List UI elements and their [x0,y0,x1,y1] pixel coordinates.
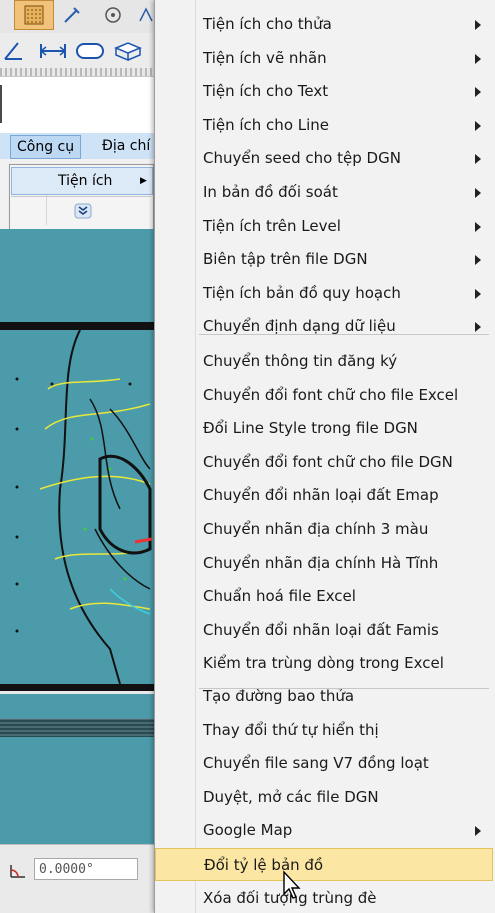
view-header [0,76,160,134]
menu-item[interactable]: Chuyển seed cho tệp DGN [155,142,493,175]
submenu-arrow-icon [475,221,481,232]
menu-item-label: Chuyển đổi nhãn loại đất Emap [203,486,439,505]
ellipse-tool-icon[interactable] [74,37,106,65]
menu-item-label: Kiểm tra trùng dòng trong Excel [203,654,444,673]
submenu-arrow-icon [475,188,481,198]
box-3d-tool-icon[interactable] [110,37,144,65]
menu-item-label: Chuyển thông tin đăng ký [203,352,398,370]
menu-item-label: Tiện ích cho Text [203,82,329,101]
menu-item[interactable]: Tiện ích vẽ nhãn [155,42,493,75]
menu-item-label: Chuyển nhãn địa chính 3 màu [203,520,429,538]
snap-tool-icon[interactable] [136,2,156,28]
menu-item-label: In bản đồ đối soát [203,183,338,201]
menu-item-label: Duyệt, mở các file DGN [203,787,379,806]
menu-item-label: Thay đổi thứ tự hiển thị [203,720,379,739]
tools-dropdown: Tiện ích ▶ [9,164,154,230]
submenu-arrow-icon [475,826,481,837]
submenu-arrow-icon [475,288,481,299]
menu-item[interactable]: Chuyển đổi nhãn loại đất Emap [155,479,493,512]
menu-item[interactable]: Tiện ích cho Line [155,109,493,142]
menu-separator [199,688,489,689]
menu-item-label: Google Map [203,821,293,840]
menu-item[interactable]: Đổi Line Style trong file DGN [155,412,493,445]
menu-item[interactable]: Chuyển đổi font chữ cho file Excel [155,379,493,412]
menu-item[interactable]: Chuyển file sang V7 đồng loạt [155,747,493,780]
menu-item-label: Đổi tỷ lệ bản đồ [204,856,324,874]
menu-item-label: Chuyển đổi font chữ cho file Excel [203,385,459,404]
menu-item-label: Tiện ích bản đồ quy hoạch [203,283,401,302]
menu-item-label: Tiện ích vẽ nhãn [203,48,327,67]
menu-item-label: Chuẩn hoá file Excel [203,587,356,606]
menu-item-label: Chuyển định dạng dữ liệu [203,317,396,336]
menu-item[interactable]: Biên tập trên file DGN [155,243,493,276]
menu-item-label: Tiện ích cho thửa [203,15,332,33]
submenu-arrow-icon [475,87,481,98]
status-bar: 0.0000° [0,844,160,913]
menu-item[interactable]: In bản đồ đối soát [155,176,493,209]
menu-item[interactable]: Chuyển đổi nhãn loại đất Famis [155,614,493,647]
menu-item[interactable]: Tiện ích trên Level [155,210,493,243]
menu-item[interactable]: Chuyển đổi font chữ cho file DGN [155,446,493,479]
menu-dia-chinh[interactable]: Địa chí [96,135,156,157]
menu-item-label: Chuyển seed cho tệp DGN [203,149,401,168]
toolbar-strip [0,68,160,76]
app-window: Công cụ Địa chí Tiện ích ▶ 0.0000° Tiện … [0,0,495,913]
menu-item-label: Chuyển file sang V7 đồng loạt [203,754,429,773]
dropdown-item-tien-ich[interactable]: Tiện ích ▶ [11,167,153,195]
menu-item-label: Chuyển đổi nhãn loại đất Famis [203,620,439,639]
menu-item[interactable]: Chuyển định dạng dữ liệu [155,310,493,343]
menu-item[interactable]: Kiểm tra trùng dòng trong Excel [155,647,493,680]
submenu-arrow-icon [475,53,481,64]
menu-item-label: Tiện ích cho Line [203,115,330,134]
submenu-arrow-icon [475,20,481,30]
menu-item-label: Đổi Line Style trong file DGN [203,419,418,438]
angle-tool-icon[interactable] [0,37,28,65]
menu-item[interactable]: Đổi tỷ lệ bản đồ [155,848,493,881]
mouse-cursor-icon [282,870,304,900]
map-drawing [0,322,160,737]
dropdown-item-label: Tiện ích [58,173,113,189]
menu-cong-cu[interactable]: Công cụ [10,135,82,159]
submenu-arrow-icon [475,120,481,131]
submenu-arrow-icon [475,322,481,333]
menu-separator [199,334,489,335]
menu-item[interactable]: Duyệt, mở các file DGN [155,781,493,814]
menu-item[interactable]: Tiện ích bản đồ quy hoạch [155,277,493,310]
menu-item[interactable]: Tiện ích cho Text [155,75,493,108]
dimension-tool-icon[interactable] [36,37,70,65]
angle-lock-icon[interactable] [8,860,28,880]
menu-item[interactable]: Thay đổi thứ tự hiển thị [155,714,493,747]
menubar: Công cụ Địa chí [0,133,160,159]
angle-input[interactable]: 0.0000° [34,858,138,880]
menu-item-label: Tiện ích trên Level [203,216,341,235]
menu-item[interactable]: Tạo đường bao thửa [155,680,493,713]
menu-item-label: Chuyển nhãn địa chính Hà Tĩnh [203,553,439,572]
toolbar-shapes [0,33,160,69]
expand-more-icon[interactable] [74,203,92,219]
pen-tool-icon[interactable] [60,2,84,28]
submenu-arrow-icon [475,154,481,165]
toolbar-top [0,0,160,34]
fill-tool-icon[interactable] [14,0,54,30]
map-canvas[interactable] [0,229,160,844]
menu-item-label: Biên tập trên file DGN [203,250,368,269]
submenu-arrow-icon: ▶ [140,176,147,186]
target-tool-icon[interactable] [100,2,126,28]
menu-item[interactable]: Chuyển nhãn địa chính 3 màu [155,513,493,546]
menu-item[interactable]: Tiện ích cho thửa [155,8,493,41]
menu-item[interactable]: Google Map [155,814,493,847]
menu-item-label: Tạo đường bao thửa [203,687,355,705]
menu-item[interactable]: Xóa đối tượng trùng đè [155,882,493,913]
submenu-arrow-icon [475,255,481,266]
context-menu: Tiện ích cho thửa Tiện ích vẽ nhãn Tiện íc… [154,0,495,913]
menu-item[interactable]: Chuẩn hoá file Excel [155,580,493,613]
menu-item-label: Chuyển đổi font chữ cho file DGN [203,452,453,471]
menu-item[interactable]: Chuyển nhãn địa chính Hà Tĩnh [155,547,493,580]
menu-item[interactable]: Chuyển thông tin đăng ký [155,345,493,378]
